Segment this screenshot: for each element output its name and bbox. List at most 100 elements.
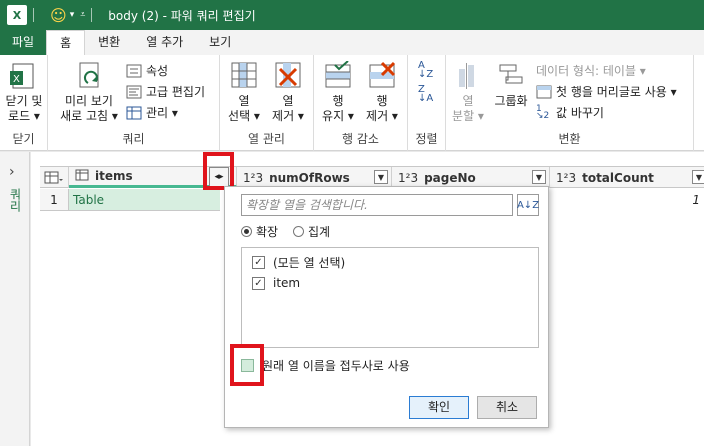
checkbox-checked-icon[interactable]: ✓ — [252, 256, 265, 269]
manage-label: 관리 ▾ — [146, 106, 178, 120]
number-type-icon: 1²3 — [556, 170, 577, 185]
cancel-button[interactable]: 취소 — [477, 396, 537, 419]
title-bar: X ☺ ▾ ⩡ body (2) - 파워 쿼리 편집기 — [0, 0, 704, 30]
choose-columns-button[interactable]: 열 선택 ▾ — [224, 61, 264, 124]
remove-rows-button[interactable]: 행 제거 ▾ — [362, 61, 402, 124]
cell-totalcount[interactable]: 1 — [564, 189, 704, 211]
sort-az-icon: A↓Z — [516, 199, 540, 211]
list-item[interactable]: ✓ item — [252, 276, 300, 290]
advanced-editor-label: 고급 편집기 — [146, 85, 206, 99]
row-number[interactable]: 1 — [40, 189, 69, 211]
tab-home[interactable]: 홈 — [46, 30, 86, 55]
svg-text:X: X — [13, 74, 20, 85]
group-by-button[interactable]: 그룹화 — [490, 61, 532, 109]
column-header-pageno[interactable]: 1²3 pageNo ▼ — [392, 167, 550, 188]
header-row-icon — [536, 85, 552, 99]
ribbon: X 닫기 및 로드 ▾ 닫기 미리 보기 새로 고침 ▾ 속성 고급 편집기 관… — [0, 55, 704, 151]
close-load-label-2: 로드 ▾ — [8, 109, 40, 123]
column-search-input[interactable]: 확장할 열을 검색합니다. — [241, 194, 513, 216]
qat-separator — [91, 8, 93, 22]
ok-button[interactable]: 확인 — [409, 396, 469, 419]
first-row-header-label: 첫 행을 머리글로 사용 ▾ — [556, 85, 677, 99]
table-type-icon — [75, 169, 89, 184]
checkbox-checked-icon[interactable]: ✓ — [252, 276, 265, 290]
preview-refresh-button[interactable]: 미리 보기 새로 고침 ▾ — [56, 61, 122, 124]
number-type-icon: 1²3 — [398, 170, 419, 185]
group-label-transform: 변환 — [558, 132, 581, 146]
keep-rows-label: 행 — [332, 94, 344, 108]
close-load-icon: X — [9, 61, 39, 91]
properties-button[interactable]: 속성 — [126, 62, 168, 79]
use-prefix-option[interactable]: 원래 열 이름을 접두사로 사용 — [241, 357, 410, 374]
prefix-label: 원래 열 이름을 접두사로 사용 — [262, 359, 410, 373]
properties-label: 속성 — [146, 64, 169, 78]
tab-file[interactable]: 파일 — [0, 30, 47, 55]
remove-columns-icon — [273, 61, 303, 91]
manage-button[interactable]: 관리 ▾ — [126, 104, 178, 121]
preview-label-2: 새로 고침 ▾ — [60, 109, 118, 123]
radio-expand-label: 확장 — [256, 225, 279, 239]
remove-rows-label: 행 — [376, 94, 388, 108]
table-menu-button[interactable] — [40, 167, 69, 188]
chevron-right-icon[interactable]: › — [9, 164, 15, 180]
radio-aggregate-icon[interactable] — [293, 226, 304, 237]
radio-expand-icon[interactable] — [241, 226, 252, 237]
keep-rows-button[interactable]: 행 유지 ▾ — [318, 60, 358, 124]
data-type-dropdown[interactable]: 데이터 형식: 테이블 ▾ — [536, 62, 646, 79]
close-and-load-button[interactable]: X 닫기 및 로드 ▾ — [2, 61, 46, 124]
queries-pane-collapsed[interactable]: › 쿼리 — [0, 152, 30, 446]
column-name-items: items — [95, 169, 133, 183]
number-type-icon: 1²3 — [243, 170, 264, 185]
properties-icon — [126, 64, 142, 78]
filter-dropdown-icon[interactable]: ▼ — [374, 170, 388, 184]
remove-columns-button[interactable]: 열 제거 ▾ — [268, 61, 308, 124]
column-header-numofrows[interactable]: 1²3 numOfRows ▼ — [237, 167, 392, 188]
remove-rows-icon — [367, 61, 397, 91]
advanced-editor-button[interactable]: 고급 편집기 — [126, 83, 205, 100]
keep-rows-icon — [323, 60, 353, 91]
split-column-label: 열 — [462, 94, 474, 108]
group-label-close: 닫기 — [12, 132, 35, 146]
table-menu-icon — [44, 171, 63, 183]
group-label-query: 쿼리 — [122, 132, 145, 146]
group-transform: 열 분할 ▾ 그룹화 데이터 형식: 테이블 ▾ 첫 행을 머리글로 사용 ▾ … — [446, 55, 694, 151]
filter-dropdown-icon[interactable]: ▼ — [532, 170, 546, 184]
column-header-totalcount[interactable]: 1²3 totalCount ▼ — [550, 167, 704, 188]
sort-columns-button[interactable]: A↓Z — [517, 194, 539, 216]
group-query: 미리 보기 새로 고침 ▾ 속성 고급 편집기 관리 ▾ 쿼리 — [48, 55, 220, 151]
radio-aggregate[interactable]: 집계 — [293, 223, 330, 240]
split-column-icon — [453, 61, 483, 91]
radio-expand[interactable]: 확장 — [241, 223, 278, 240]
remove-columns-label-2: 제거 ▾ — [272, 109, 304, 123]
choose-columns-icon — [229, 61, 259, 91]
queries-pane-label: 쿼리 — [8, 188, 22, 212]
smiley-icon[interactable]: ☺ — [50, 6, 67, 25]
sort-descending-icon[interactable]: Z ↓A — [418, 85, 433, 104]
refresh-icon — [74, 61, 104, 91]
tab-add-column[interactable]: 열 추가 — [133, 30, 196, 55]
replace-values-button[interactable]: 1 ↘2 값 바꾸기 — [536, 104, 604, 121]
group-reduce-rows: 행 유지 ▾ 행 제거 ▾ 행 감소 — [314, 55, 408, 151]
keep-rows-label-2: 유지 ▾ — [322, 109, 354, 123]
column-name-pageno: pageNo — [424, 170, 476, 185]
highlight-prefix-checkbox — [230, 344, 264, 386]
filter-dropdown-icon[interactable]: ▼ — [692, 170, 704, 184]
list-item-label: item — [273, 276, 301, 290]
group-label-manage-columns: 열 관리 — [248, 132, 285, 146]
sort-ascending-icon[interactable]: A ↓Z — [418, 61, 433, 80]
split-column-button[interactable]: 열 분할 ▾ — [450, 61, 486, 124]
preview-label: 미리 보기 — [65, 94, 113, 108]
tab-view[interactable]: 보기 — [196, 30, 244, 55]
split-column-label-2: 분할 ▾ — [452, 109, 484, 123]
qat-dropdown-icon[interactable]: ▾ — [70, 10, 75, 20]
list-item[interactable]: ✓ (모든 열 선택) — [252, 254, 345, 271]
tab-transform[interactable]: 변환 — [85, 30, 133, 55]
customize-qat-icon[interactable]: ⩡ — [80, 10, 85, 20]
cell-items[interactable]: Table — [69, 189, 220, 211]
radio-aggregate-label: 집계 — [308, 225, 331, 239]
remove-columns-label: 열 — [282, 94, 294, 108]
group-by-label: 그룹화 — [494, 94, 528, 108]
group-label-sort: 정렬 — [415, 132, 438, 146]
use-first-row-header-button[interactable]: 첫 행을 머리글로 사용 ▾ — [536, 83, 677, 100]
group-sort: A ↓Z Z ↓A 정렬 — [408, 55, 446, 151]
